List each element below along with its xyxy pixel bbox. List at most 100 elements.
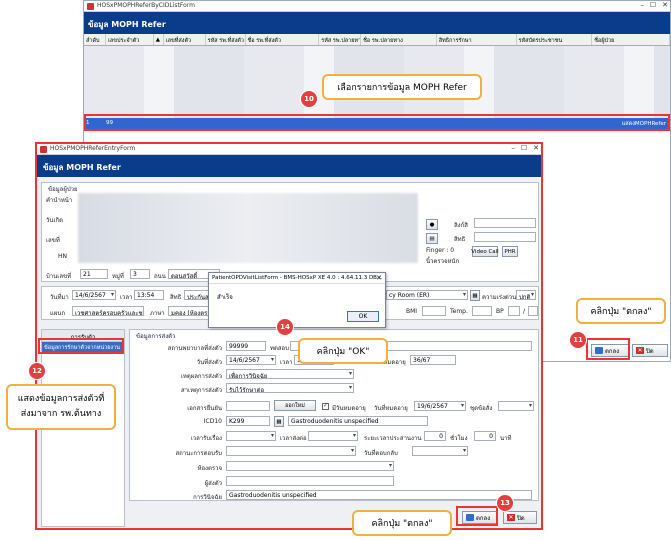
dept-field[interactable]: เวชศาสตร์ครอบครัวและชุมชน: [72, 306, 144, 316]
col-header[interactable]: รหัส รพ.ที่ส่งตัว: [206, 34, 246, 45]
col-header[interactable]: ชื่อผู้ป่วย: [592, 34, 670, 45]
highlight-entry-ok: [456, 506, 498, 526]
road-label: ถนน: [154, 273, 166, 280]
er-field[interactable]: cy Room (ER): [386, 290, 468, 300]
end-time-label: เวลาส่งต่อ: [280, 435, 307, 442]
form-header-title: ข้อมูล MOPH Refer: [88, 20, 166, 29]
callout-select-row: เลือกรายการข้อมูล MOPH Refer: [322, 74, 482, 100]
hours-unit: ชั่วโมง: [450, 435, 468, 442]
icd-label: ICD10: [203, 418, 222, 425]
appoint-type-label: ชุดข้อสั่ง: [470, 405, 493, 412]
new-doc-button[interactable]: ออกใหม่: [274, 400, 316, 411]
highlight-nav-item: [38, 338, 124, 354]
temp-field[interactable]: [472, 306, 492, 316]
bp-dia-field[interactable]: [528, 306, 538, 316]
col-header[interactable]: ชื่อ รพ.ปลายทาง: [361, 34, 437, 45]
window-title: HOSxPMOPHReferByCIDListForm: [97, 2, 195, 9]
form-header: ข้อมูล MOPH Refer: [84, 12, 670, 34]
col-header[interactable]: ชื่อ รพ.ที่ส่งตัว: [246, 34, 320, 45]
dialog-message: สำเร็จ: [217, 294, 233, 301]
maximize-icon[interactable]: ☐: [521, 144, 527, 155]
refer-time-label: เวลา: [280, 359, 293, 366]
phr-button[interactable]: PHR: [502, 246, 518, 257]
app-icon: [87, 3, 94, 10]
status-field[interactable]: [226, 446, 356, 456]
step-badge: 11: [569, 331, 587, 349]
reply-field[interactable]: [412, 446, 468, 456]
appoint-type-field[interactable]: [498, 401, 534, 411]
card-icon[interactable]: ▤: [426, 233, 438, 244]
col-header[interactable]: เลขประจำตัว: [106, 34, 154, 45]
diag-label: การวินิจฉัย: [193, 494, 222, 501]
visit-time-label: เวลา: [120, 294, 133, 301]
col-header[interactable]: สิทธิการรักษา: [437, 34, 517, 45]
hospital-code-field[interactable]: 99999: [226, 341, 266, 351]
visit-time-field[interactable]: 13:54: [134, 290, 164, 300]
minimize-icon[interactable]: –: [511, 144, 515, 155]
idno-label: เลขที่: [46, 237, 60, 244]
doc-field[interactable]: [226, 401, 270, 411]
house-no-field[interactable]: 21: [80, 269, 108, 279]
hours-field[interactable]: 0: [424, 431, 446, 441]
refer-reason-label: สาเหตุการส่งตัว: [180, 387, 222, 394]
mins-field[interactable]: 0: [474, 431, 496, 441]
title-bar: HOSxPMOPHReferByCIDListForm – ☐ ✕: [84, 1, 670, 12]
back-cancel-button[interactable]: ✕ ปิด: [632, 344, 668, 357]
col-header[interactable]: รหัส รพ.ปลายทาง: [319, 34, 362, 45]
step-badge: 13: [496, 494, 514, 512]
room-field[interactable]: [226, 461, 394, 471]
callout-dialog-ok: คลิกปุ่ม "OK": [298, 338, 388, 364]
lookup-icon[interactable]: ▦: [274, 416, 284, 427]
calendar-icon[interactable]: ▦: [470, 290, 480, 301]
visit-date-field[interactable]: 14/6/2567: [72, 290, 116, 300]
diag-field[interactable]: Gastroduodenitis unspecified: [226, 490, 532, 500]
hospital-name-text: ทดสอบ: [270, 345, 289, 352]
visit-date-label: วันที่มา: [50, 294, 69, 301]
dialog-ok-button[interactable]: OK: [347, 311, 379, 322]
cancel-icon: ✕: [636, 347, 644, 354]
video-call-button[interactable]: Video Call: [471, 246, 499, 257]
step-badge: 14: [276, 318, 294, 336]
receiver-label: ผู้ส่งตัว: [204, 480, 222, 487]
refer-date-field[interactable]: 14/6/2567: [226, 355, 276, 365]
visit-right-label: สิทธิ: [170, 294, 182, 301]
expire-field[interactable]: 36/67: [410, 355, 456, 365]
finger-label: Finger : 0: [426, 247, 455, 254]
minimize-icon[interactable]: –: [640, 1, 644, 12]
col-header[interactable]: เลขที่ส่งตัว: [164, 34, 206, 45]
has-appoint-checkbox[interactable]: [322, 402, 329, 410]
hn-label: HN: [58, 253, 67, 260]
reply-label: วันที่ตอบกลับ: [364, 450, 398, 457]
highlight-selected-row: [84, 114, 670, 131]
right1-field[interactable]: [474, 218, 536, 228]
icd-field[interactable]: K299: [226, 416, 270, 426]
start-time-field[interactable]: [226, 431, 276, 441]
appoint-field[interactable]: 19/6/2567: [414, 401, 466, 411]
entry-cancel-button[interactable]: ✕ ปิด: [503, 511, 537, 524]
close-icon[interactable]: ✕: [533, 144, 539, 155]
mophrefer-entry-window: HOSxPMOPHReferEntryForm – ☐ ✕ ข้อมูล MOP…: [35, 142, 543, 530]
refer-reason-field[interactable]: รับไว้รักษาต่อ: [226, 383, 354, 393]
person-icon[interactable]: ●: [426, 219, 438, 230]
sort-icon[interactable]: ▲: [154, 34, 164, 45]
refer-cause-field[interactable]: เพื่อการวินิจฉัย: [226, 369, 354, 379]
bmi-field[interactable]: [422, 306, 446, 316]
dialog-close-icon[interactable]: ✕: [376, 274, 382, 282]
moo-field[interactable]: 3: [130, 269, 150, 279]
receiver-field[interactable]: [226, 476, 394, 486]
dialog-title: PatientOPDVisitListForm - BMS-HOSxP XE 4…: [209, 273, 385, 284]
urgency-field[interactable]: ปกติ: [516, 290, 536, 300]
bp-sys-field[interactable]: [508, 306, 520, 316]
end-time-field[interactable]: [308, 431, 358, 441]
dept-label: แผนก: [50, 310, 66, 317]
lang-field[interactable]: มคอง (ห้องตรวจ: [168, 306, 212, 316]
col-header[interactable]: ลำดับ: [84, 34, 106, 45]
patient-info-group: ข้อมูลผู้ป่วย คำนำหน้า วันเกิด เลขที่ HN…: [41, 182, 539, 282]
has-appoint-label: มีวันหมดอายุ: [332, 405, 366, 412]
right2-field[interactable]: [474, 232, 536, 242]
appoint-label: วันที่หมดอายุ: [374, 405, 408, 412]
close-icon[interactable]: ✕: [662, 1, 668, 12]
maximize-icon[interactable]: ☐: [650, 1, 656, 12]
col-header[interactable]: รหัสบัตรประชาชน: [517, 34, 593, 45]
grid-header: ลำดับ เลขประจำตัว ▲ เลขที่ส่งตัว รหัส รพ…: [84, 34, 670, 46]
